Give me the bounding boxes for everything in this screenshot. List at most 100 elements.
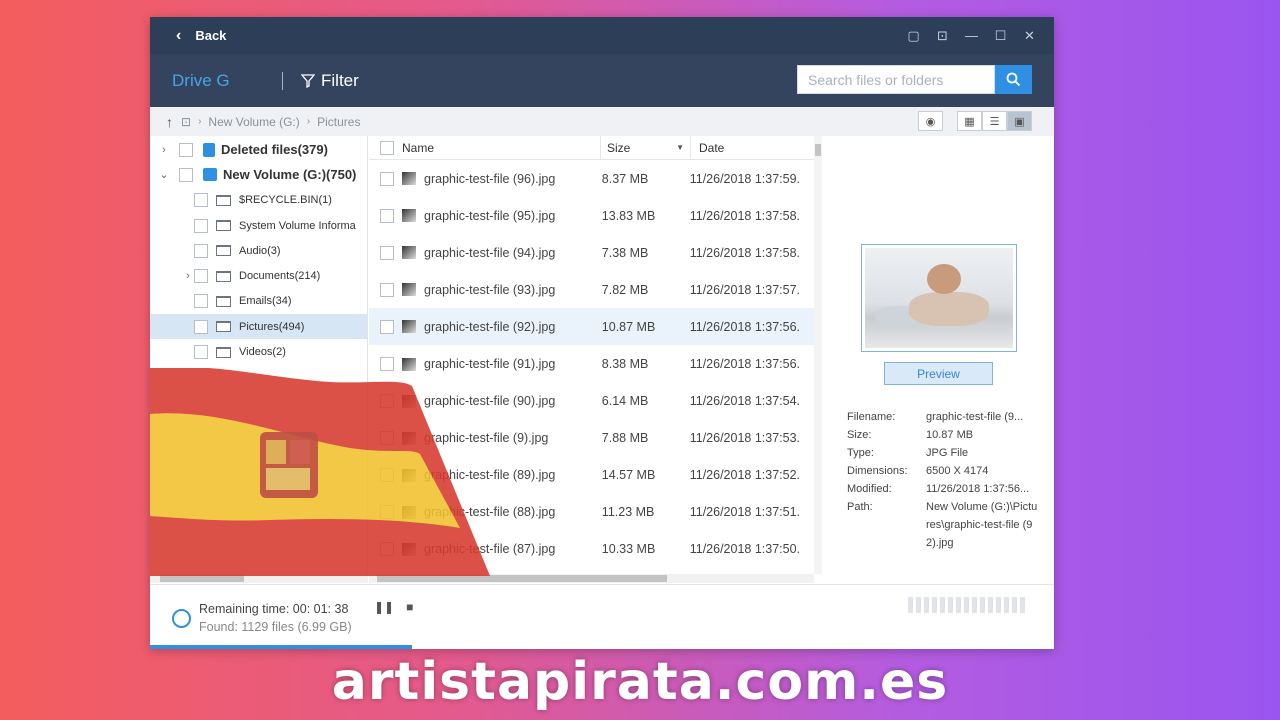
filter-icon xyxy=(301,73,315,88)
table-row[interactable]: graphic-test-file (92).jpg 10.87 MB 11/26/… xyxy=(369,308,814,346)
checkbox[interactable] xyxy=(380,542,394,557)
photo-shape xyxy=(909,292,989,326)
vertical-scrollbar[interactable] xyxy=(814,136,822,574)
meta-key: Dimensions: xyxy=(847,465,908,477)
close-icon[interactable]: ✕ xyxy=(1015,28,1044,44)
file-name: graphic-test-file (89).jpg xyxy=(424,468,556,483)
meta-value: New Volume (G:)\Pictures\graphic-test-fi… xyxy=(926,501,1038,549)
select-all-checkbox[interactable] xyxy=(380,140,394,155)
chevron-down-icon[interactable]: ⌄ xyxy=(158,168,170,181)
tree-item-recycle[interactable]: $RECYCLE.BIN(1) xyxy=(150,188,367,213)
checkbox[interactable] xyxy=(194,193,208,208)
table-row[interactable]: graphic-test-file (94).jpg 7.38 MB 11/26/2… xyxy=(369,234,814,271)
tree-item-volume[interactable]: ⌄ New Volume (G:)(750) xyxy=(150,162,367,187)
preview-panel: Preview Filename: graphic-test-file (9...… xyxy=(823,136,1054,584)
found-count: Found: 1129 files (6.99 GB) xyxy=(199,620,352,634)
breadcrumb-pictures[interactable]: Pictures xyxy=(317,115,360,129)
table-row[interactable]: graphic-test-file (87).jpg 10.33 MB 11/26/… xyxy=(369,531,814,568)
table-row[interactable]: graphic-test-file (9).jpg 7.88 MB 11/26/20… xyxy=(369,420,814,457)
crumb-separator: › xyxy=(306,116,311,127)
folder-icon xyxy=(216,194,231,206)
file-rows: graphic-test-file (96).jpg 8.37 MB 11/26/2… xyxy=(369,160,814,568)
checkbox[interactable] xyxy=(380,505,394,520)
feedback-icon[interactable]: ▢ xyxy=(899,28,928,44)
tree-item-deleted[interactable]: › Deleted files(379) xyxy=(150,137,367,162)
checkbox[interactable] xyxy=(380,319,394,334)
table-row[interactable]: graphic-test-file (89).jpg 14.57 MB 11/26/… xyxy=(369,457,814,494)
maximize-icon[interactable]: ☐ xyxy=(986,28,1015,44)
tree-item-audio[interactable]: Audio(3) xyxy=(150,238,367,263)
checkbox[interactable] xyxy=(194,345,208,360)
file-date: 11/26/2018 1:37:50. xyxy=(689,542,801,557)
site-banner: artistapirata.com.es xyxy=(331,652,949,712)
tree-item-documents[interactable]: › Documents(214) xyxy=(150,263,367,288)
checkbox[interactable] xyxy=(179,142,193,157)
scroll-thumb[interactable] xyxy=(377,575,667,582)
checkbox[interactable] xyxy=(179,167,193,182)
search-button[interactable] xyxy=(995,65,1032,94)
filter-button[interactable]: Filter xyxy=(301,71,359,91)
back-button[interactable]: ‹ Back xyxy=(176,27,226,45)
preview-button[interactable]: Preview xyxy=(884,362,993,385)
table-row[interactable]: graphic-test-file (95).jpg 13.83 MB 11/26/… xyxy=(369,197,814,234)
detail-view-icon[interactable]: ▣ xyxy=(1007,111,1032,131)
checkbox[interactable] xyxy=(194,218,208,233)
table-row[interactable]: graphic-test-file (91).jpg 8.38 MB 11/26/2… xyxy=(369,345,814,382)
column-size[interactable]: Size ▼ xyxy=(600,136,690,160)
checkbox[interactable] xyxy=(194,269,208,284)
minimize-icon[interactable]: — xyxy=(957,28,986,43)
eye-icon[interactable]: ◉ xyxy=(918,111,943,131)
tree-label: Deleted files(379) xyxy=(221,142,328,158)
search-icon xyxy=(1006,72,1021,87)
up-arrow-icon[interactable]: ↑ xyxy=(166,114,173,130)
checkbox[interactable] xyxy=(380,245,394,260)
folder-icon xyxy=(216,270,231,282)
checkbox[interactable] xyxy=(380,431,394,446)
checkbox[interactable] xyxy=(194,294,208,309)
breadcrumb-volume[interactable]: New Volume (G:) xyxy=(208,115,299,129)
pause-icon[interactable]: ❚❚ xyxy=(374,600,394,614)
checkbox[interactable] xyxy=(380,357,394,372)
chevron-right-icon[interactable]: › xyxy=(182,270,194,282)
checkbox[interactable] xyxy=(194,243,208,258)
tree-item-videos[interactable]: Videos(2) xyxy=(150,339,367,364)
file-date: 11/26/2018 1:37:56. xyxy=(689,357,801,372)
file-name: graphic-test-file (93).jpg xyxy=(424,282,556,297)
scroll-thumb[interactable] xyxy=(160,575,244,582)
file-name: graphic-test-file (95).jpg xyxy=(424,208,556,223)
scroll-thumb[interactable] xyxy=(815,144,821,156)
table-row[interactable]: graphic-test-file (88).jpg 11.23 MB 11/26/… xyxy=(369,494,814,531)
meta-row: Filename: graphic-test-file (9... xyxy=(847,408,1038,426)
status-bar: Remaining time: 00: 01: 38 Found: 1129 f… xyxy=(150,584,1054,649)
menu-icon[interactable]: ⊡ xyxy=(928,28,957,44)
tree-item-emails[interactable]: Emails(34) xyxy=(150,289,367,314)
tree-item-pictures[interactable]: Pictures(494) xyxy=(150,314,367,340)
table-row[interactable]: graphic-test-file (93).jpg 7.82 MB 11/26/2… xyxy=(369,271,814,308)
chevron-right-icon[interactable]: › xyxy=(158,144,170,156)
image-thumbnail-icon xyxy=(402,468,416,482)
search-input[interactable] xyxy=(797,65,995,94)
checkbox[interactable] xyxy=(380,468,394,483)
checkbox[interactable] xyxy=(380,208,394,223)
scan-icon xyxy=(172,609,191,628)
checkbox[interactable] xyxy=(194,319,208,334)
file-size: 6.14 MB xyxy=(601,394,649,409)
table-row[interactable]: graphic-test-file (90).jpg 6.14 MB 11/26/2… xyxy=(369,383,814,420)
checkbox[interactable] xyxy=(380,394,394,409)
tree-label: Emails(34) xyxy=(239,295,292,308)
scan-controls: ❚❚ ■ xyxy=(374,600,425,614)
checkbox[interactable] xyxy=(380,171,394,186)
tree-label: Pictures(494) xyxy=(239,320,305,333)
table-row[interactable]: graphic-test-file (96).jpg 8.37 MB 11/26/2… xyxy=(369,160,814,197)
tree-item-sysvol[interactable]: System Volume Informa xyxy=(150,213,367,238)
image-thumbnail-icon xyxy=(402,505,416,519)
list-hscrollbar[interactable] xyxy=(369,574,814,583)
tree-hscrollbar[interactable] xyxy=(150,574,368,583)
stop-icon[interactable]: ■ xyxy=(406,600,413,614)
list-view-icon[interactable]: ☰ xyxy=(982,111,1007,131)
title-bar: ‹ Back ▢ ⊡ — ☐ ✕ xyxy=(150,17,1054,54)
column-date[interactable]: Date xyxy=(690,136,724,160)
column-name[interactable]: Name xyxy=(402,141,600,155)
grid-view-icon[interactable]: ▦ xyxy=(957,111,982,131)
checkbox[interactable] xyxy=(380,282,394,297)
